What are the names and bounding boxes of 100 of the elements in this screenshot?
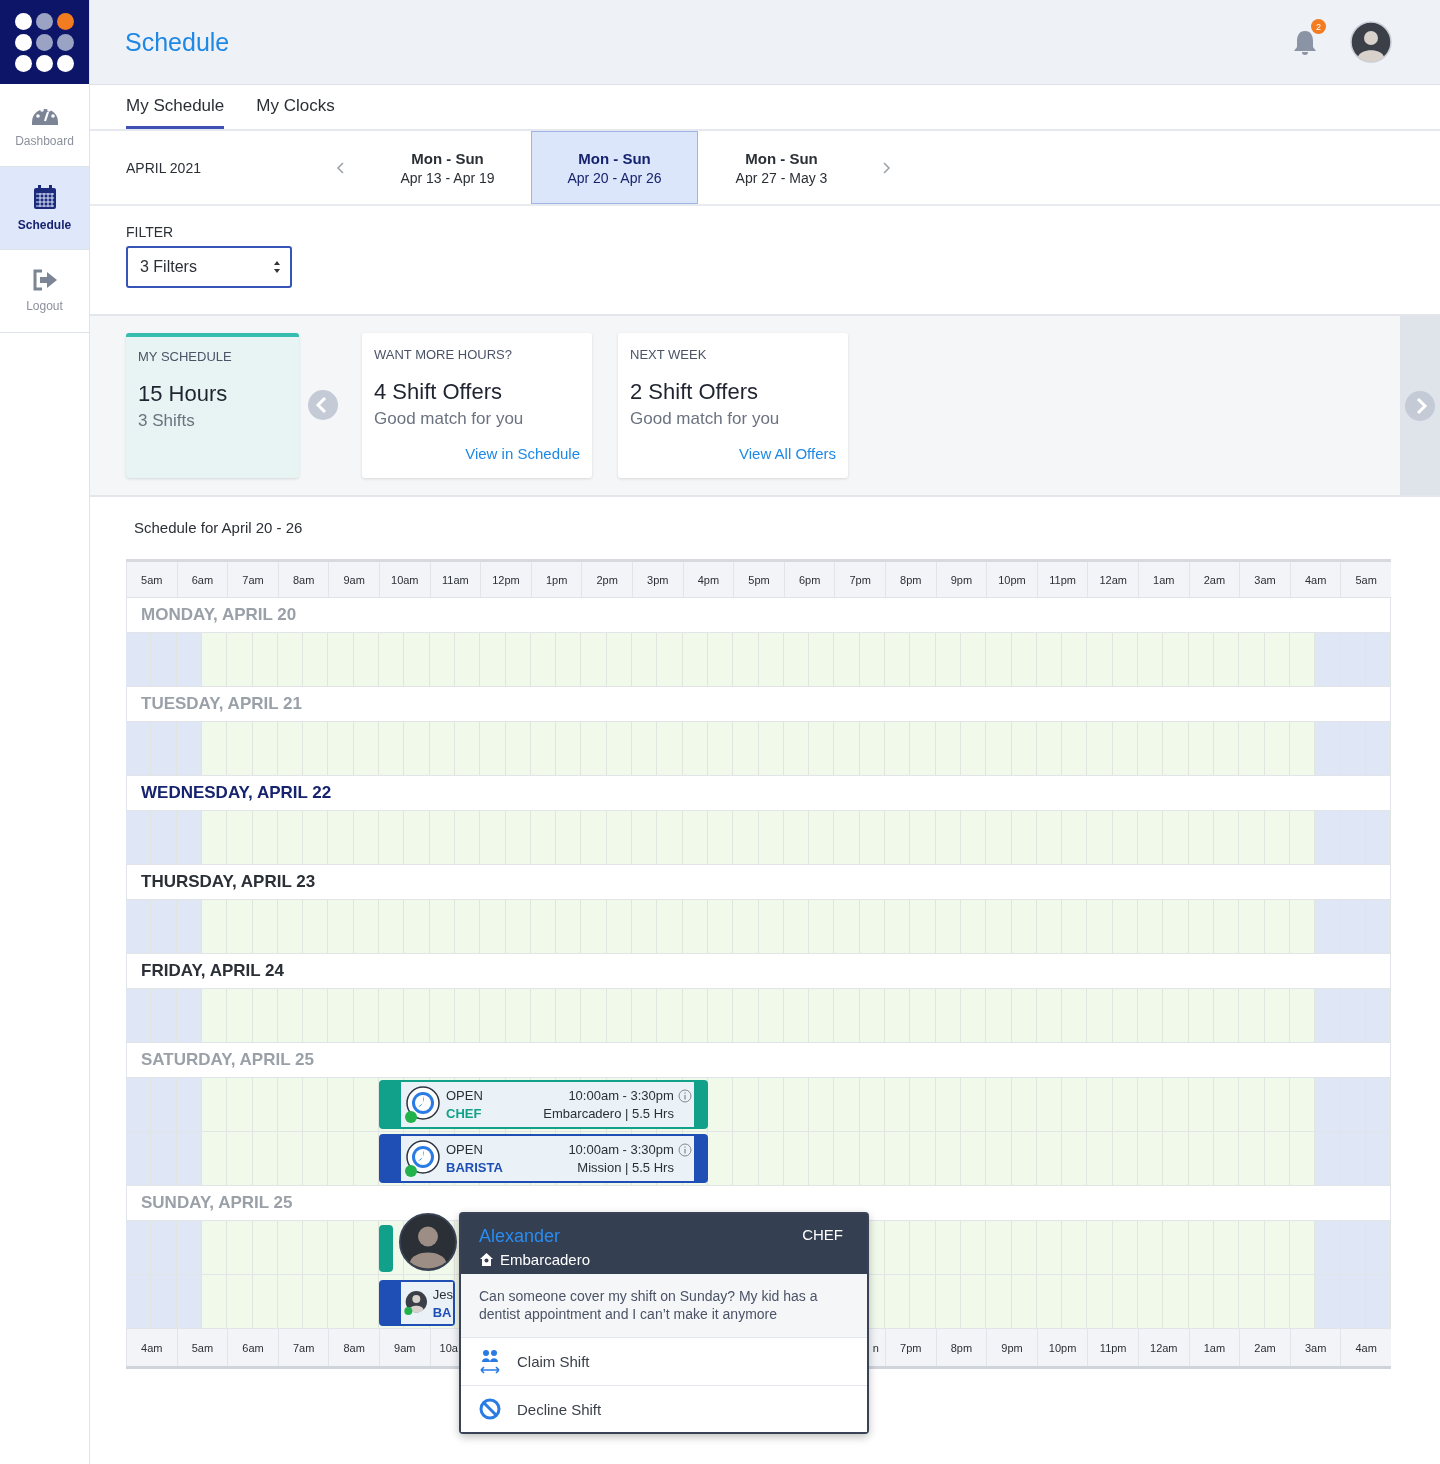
home-icon: [479, 1252, 494, 1267]
popup-action[interactable]: Claim Shift: [461, 1338, 867, 1385]
hour-label: 5am: [126, 562, 177, 597]
hour-label: 4pm: [682, 562, 734, 597]
hour-label: 10pm: [986, 562, 1037, 597]
hour-label: 7pm: [885, 1329, 936, 1366]
card-heading: WANT MORE HOURS?: [374, 347, 513, 362]
sort-arrows-icon: [274, 261, 280, 273]
hour-label: 4am: [1340, 1329, 1391, 1366]
hour-label: 7pm: [834, 562, 885, 597]
hour-label: 8pm: [885, 562, 936, 597]
hour-label: 6am: [176, 562, 228, 597]
hour-label: 4am: [1289, 562, 1341, 597]
clock-icon: [403, 1138, 443, 1179]
hour-label: 10am: [379, 562, 430, 597]
hour-label: 11pm: [1087, 1329, 1138, 1366]
shift-card[interactable]: OPEN CHEF 10:00am - 3:30pm Embarcadero | 5.5 Hrs: [379, 1080, 708, 1129]
card-link[interactable]: View All Offers: [739, 445, 836, 462]
card-subtitle: 3 Shifts: [138, 411, 196, 431]
filter-label: FILTER: [126, 224, 175, 240]
notification-badge: 2: [1311, 19, 1326, 34]
shift-card[interactable]: OPEN BARISTA 10:00am - 3:30pm Mission | 5.5 Hrs: [379, 1134, 708, 1183]
shift-message: Can someone cover my shift on Sunday? My kid has a dentist appointment and I can’t make it anymore: [461, 1274, 867, 1338]
hour-label: 1pm: [530, 562, 582, 597]
role-label: CHEF: [802, 1226, 843, 1243]
card-subtitle: Good match for you: [630, 409, 781, 429]
card-link[interactable]: View in Schedule: [465, 445, 580, 462]
card-heading: NEXT WEEK: [630, 347, 708, 362]
day-label: FRIDAY, APRIL 24: [141, 961, 284, 981]
hour-label: 10pm: [1036, 1329, 1088, 1366]
hour-label: 5am: [1340, 562, 1391, 597]
day-label: THURSDAY, APRIL 23: [141, 872, 316, 892]
week-option[interactable]: Mon - Sun Apr 20 - Apr 26: [531, 131, 698, 204]
hour-label: 8pm: [935, 1329, 987, 1366]
shift-role: BARISTA: [446, 1160, 503, 1175]
next-week-icon[interactable]: [883, 161, 891, 174]
filter-select[interactable]: 3 Filters: [126, 246, 292, 288]
hour-label: 8am: [328, 1329, 379, 1366]
hour-label: 6pm: [783, 562, 835, 597]
tab[interactable]: My Clocks: [256, 96, 335, 129]
sidebar-item[interactable]: Schedule: [0, 167, 89, 250]
day-label: SATURDAY, APRIL 25: [141, 1050, 314, 1070]
shift-details: Mission | 5.5 Hrs: [577, 1160, 674, 1175]
month-label: APRIL 2021: [126, 159, 202, 176]
schedule-title: Schedule for April 20 - 26: [133, 519, 304, 538]
shift-status: OPEN: [446, 1088, 483, 1103]
location-label: Embarcadero: [500, 1251, 591, 1268]
shift-time: 10:00am - 3:30pm: [568, 1142, 674, 1157]
shift-role: BA: [432, 1304, 453, 1320]
info-icon[interactable]: [677, 1088, 692, 1103]
person-avatar-icon: [399, 1213, 457, 1271]
shift-person: Jes: [432, 1286, 453, 1302]
bell-icon[interactable]: [1292, 28, 1318, 56]
people-swap-icon: [479, 1348, 501, 1375]
hour-label: 7am: [227, 562, 278, 597]
card-title: 15 Hours: [138, 381, 229, 407]
logo-icon: [0, 0, 89, 84]
shift-details: Embarcadero | 5.5 Hrs: [543, 1106, 674, 1121]
card-subtitle: Good match for you: [374, 409, 525, 429]
hour-label: 3pm: [632, 562, 683, 597]
hour-label: 12am: [1138, 1329, 1189, 1366]
day-label: WEDNESDAY, APRIL 22: [141, 783, 332, 803]
block-icon: [479, 1398, 501, 1420]
card-heading: MY SCHEDULE: [138, 349, 233, 364]
next-panel[interactable]: [1400, 316, 1440, 495]
calendar-icon: [32, 184, 57, 210]
hour-label: 2am: [1239, 1329, 1290, 1366]
day-label: TUESDAY, APRIL 21: [141, 694, 302, 714]
hour-label: 7am: [277, 1329, 329, 1366]
hour-label: 5pm: [733, 562, 784, 597]
hour-label: 9am: [379, 1329, 430, 1366]
previous-week-icon[interactable]: [336, 161, 344, 174]
hour-label: 12pm: [480, 562, 531, 597]
hour-label: 3am: [1289, 1329, 1341, 1366]
week-option[interactable]: Mon - Sun Apr 27 - May 3: [698, 131, 865, 204]
popup-action[interactable]: Decline Shift: [461, 1385, 867, 1432]
hour-label: 1am: [1138, 562, 1189, 597]
avatar-icon[interactable]: [1350, 21, 1392, 63]
tab[interactable]: My Schedule: [126, 96, 225, 129]
page-title: Schedule: [125, 27, 231, 57]
hour-label: 11pm: [1036, 562, 1088, 597]
hour-label: 9pm: [986, 1329, 1037, 1366]
clock-icon: [403, 1084, 443, 1125]
shift-time: 10:00am - 3:30pm: [568, 1088, 674, 1103]
card-title: 4 Shift Offers: [374, 379, 503, 405]
hour-label: 8am: [277, 562, 329, 597]
logout-icon: [31, 269, 58, 291]
info-icon[interactable]: [677, 1142, 692, 1157]
hour-label: 12am: [1087, 562, 1138, 597]
shift-card[interactable]: Jes BA: [379, 1280, 455, 1326]
day-label: SUNDAY, APRIL 25: [141, 1193, 293, 1213]
shift-role: CHEF: [446, 1106, 483, 1121]
hour-label: 5am: [176, 1329, 228, 1366]
card-title: 2 Shift Offers: [630, 379, 759, 405]
day-label: MONDAY, APRIL 20: [141, 605, 297, 625]
hour-label: 11am: [429, 562, 481, 597]
week-option[interactable]: Mon - Sun Apr 13 - Apr 19: [364, 131, 531, 204]
hour-label: 9pm: [935, 562, 987, 597]
hour-label: 4am: [126, 1329, 177, 1366]
shift-card[interactable]: [379, 1225, 393, 1272]
